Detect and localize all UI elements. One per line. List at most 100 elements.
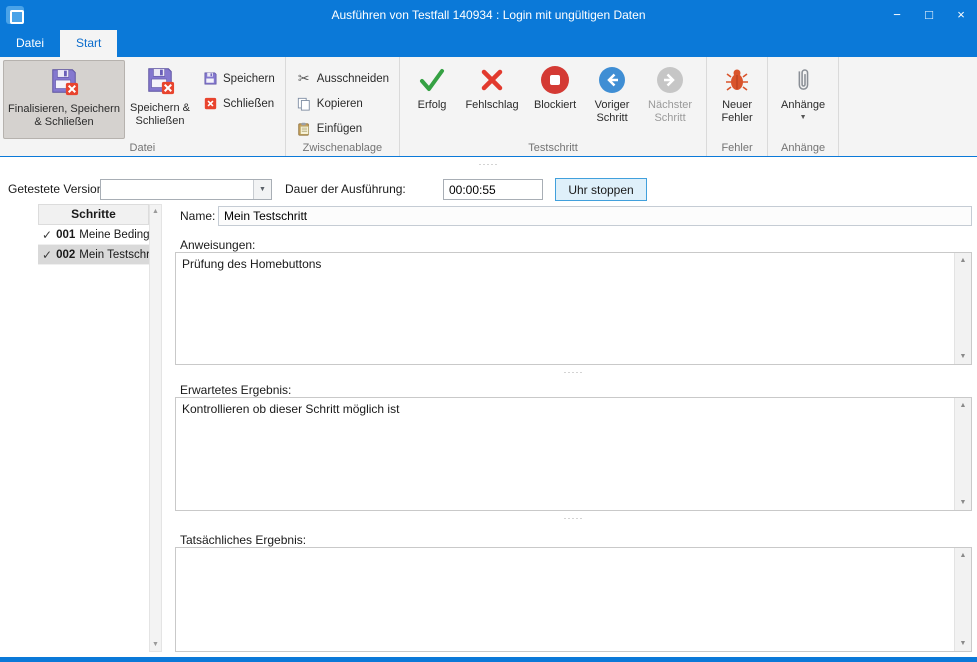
tab-datei[interactable]: Datei	[0, 30, 60, 57]
execution-toolbar: Getestete Version: ▼ Dauer der Ausführun…	[0, 176, 977, 204]
step-number: 002	[56, 249, 75, 261]
bug-icon	[724, 65, 750, 95]
scroll-up-icon[interactable]: ▲	[955, 253, 971, 268]
expected-result-scrollbar[interactable]: ▲ ▼	[954, 398, 971, 510]
cut-button[interactable]: ✂ Ausschneiden	[289, 66, 396, 91]
fail-x-icon	[479, 65, 505, 95]
actual-result-textarea[interactable]: ▲ ▼	[175, 547, 972, 652]
save-and-close-button[interactable]: Speichern & Schließen	[125, 60, 195, 139]
previous-step-button[interactable]: Voriger Schritt	[587, 60, 637, 139]
save-close-icon	[145, 65, 175, 98]
actual-result-scrollbar[interactable]: ▲ ▼	[954, 548, 971, 651]
paste-icon	[296, 121, 312, 137]
scroll-down-icon[interactable]: ▼	[150, 638, 161, 651]
previous-step-label: Voriger Schritt	[587, 99, 637, 125]
close-item-button[interactable]: Schließen	[195, 91, 282, 116]
maximize-button[interactable]: □	[913, 0, 945, 30]
close-button[interactable]: ×	[945, 0, 977, 30]
expected-result-textarea[interactable]: Kontrollieren ob dieser Schritt möglich …	[175, 397, 972, 511]
name-input[interactable]	[218, 206, 972, 226]
success-check-icon	[418, 65, 446, 95]
paste-label: Einfügen	[317, 123, 362, 135]
instructions-scrollbar[interactable]: ▲ ▼	[954, 253, 971, 364]
next-step-button[interactable]: Nächster Schritt	[643, 60, 697, 139]
blocked-button[interactable]: Blockiert	[529, 60, 581, 139]
expected-result-label: Erwartetes Ergebnis:	[180, 383, 291, 397]
ribbon-tabs: Datei Start	[0, 30, 977, 57]
check-icon: ✓	[42, 228, 52, 242]
steps-panel: Schritte ✓ 001 Meine Bedingung ✓ 002 Mei…	[38, 204, 162, 652]
previous-step-icon	[598, 65, 626, 95]
combo-dropdown-icon[interactable]: ▼	[253, 180, 271, 199]
ribbon-group-anhaenge: Anhänge ▼ Anhänge	[768, 57, 839, 156]
next-step-label: Nächster Schritt	[643, 99, 697, 125]
duration-label: Dauer der Ausführung:	[285, 182, 406, 196]
ribbon-group-zwischenablage: ✂ Ausschneiden Kopieren	[286, 57, 400, 156]
step-detail-panel: Name: Anweisungen: Prüfung des Homebutto…	[175, 204, 972, 652]
copy-label: Kopieren	[317, 98, 363, 110]
group-label-fehler: Fehler	[707, 142, 767, 154]
ribbon: Finalisieren, Speichern & Schließen	[0, 57, 977, 157]
scroll-up-icon[interactable]: ▲	[955, 548, 971, 563]
scroll-down-icon[interactable]: ▼	[955, 636, 971, 651]
stop-clock-button[interactable]: Uhr stoppen	[555, 178, 647, 201]
steps-scrollbar[interactable]: ▲ ▼	[149, 204, 162, 652]
tab-start[interactable]: Start	[60, 30, 117, 57]
new-error-label: Neuer Fehler	[714, 99, 760, 125]
copy-icon	[296, 96, 312, 112]
step-label: Meine Bedingung	[79, 229, 149, 241]
close-item-label: Schließen	[223, 98, 274, 110]
save-close-icon	[49, 66, 79, 99]
group-label-anhaenge: Anhänge	[768, 142, 838, 154]
finalize-save-close-button[interactable]: Finalisieren, Speichern & Schließen	[3, 60, 125, 139]
tested-version-value	[101, 180, 253, 199]
cut-label: Ausschneiden	[317, 73, 389, 85]
actual-result-text	[176, 548, 954, 651]
next-step-icon	[656, 65, 684, 95]
ribbon-group-datei: Finalisieren, Speichern & Schließen	[0, 57, 286, 156]
titlebar: Ausführen von Testfall 140934 : Login mi…	[0, 0, 977, 30]
window-title: Ausführen von Testfall 140934 : Login mi…	[0, 0, 977, 30]
save-button[interactable]: Speichern	[195, 66, 282, 91]
scissors-icon: ✂	[296, 71, 312, 87]
group-label-datei: Datei	[0, 142, 285, 154]
expected-result-text: Kontrollieren ob dieser Schritt möglich …	[176, 398, 954, 510]
fail-label: Fehlschlag	[465, 99, 518, 112]
ribbon-group-fehler: Neuer Fehler Fehler	[707, 57, 768, 156]
splitter-handle[interactable]: ·····	[175, 368, 972, 377]
attachments-label: Anhänge	[781, 99, 825, 112]
success-label: Erfolg	[418, 99, 447, 112]
group-label-zwischenablage: Zwischenablage	[286, 142, 399, 154]
blocked-icon	[541, 65, 569, 95]
finalize-save-close-label: Finalisieren, Speichern & Schließen	[4, 103, 124, 129]
copy-button[interactable]: Kopieren	[289, 91, 396, 116]
tested-version-combobox[interactable]: ▼	[100, 179, 272, 200]
step-item-001[interactable]: ✓ 001 Meine Bedingung	[38, 225, 149, 245]
ribbon-group-testschritt: Erfolg Fehlschlag Blockiert	[400, 57, 707, 156]
splitter-handle[interactable]: ·····	[175, 514, 972, 523]
window-bottom-border	[0, 657, 977, 662]
tested-version-label: Getestete Version:	[8, 182, 107, 196]
save-label: Speichern	[223, 73, 275, 85]
attachments-button[interactable]: Anhänge ▼	[775, 60, 831, 139]
instructions-text: Prüfung des Homebuttons	[176, 253, 954, 364]
save-icon	[202, 71, 218, 87]
success-button[interactable]: Erfolg	[409, 60, 455, 139]
ribbon-collapse-handle[interactable]: ·····	[0, 158, 977, 171]
chevron-down-icon: ▼	[800, 114, 807, 121]
new-error-button[interactable]: Neuer Fehler	[714, 60, 760, 139]
step-item-002[interactable]: ✓ 002 Mein Testschritt	[38, 245, 149, 265]
paste-button[interactable]: Einfügen	[289, 116, 396, 141]
fail-button[interactable]: Fehlschlag	[461, 60, 523, 139]
scroll-up-icon[interactable]: ▲	[150, 205, 161, 218]
instructions-textarea[interactable]: Prüfung des Homebuttons ▲ ▼	[175, 252, 972, 365]
paperclip-icon	[793, 65, 813, 95]
scroll-down-icon[interactable]: ▼	[955, 495, 971, 510]
scroll-down-icon[interactable]: ▼	[955, 349, 971, 364]
group-label-testschritt: Testschritt	[400, 142, 706, 154]
scroll-up-icon[interactable]: ▲	[955, 398, 971, 413]
step-label: Mein Testschritt	[79, 249, 149, 261]
name-label: Name:	[180, 209, 215, 223]
duration-input[interactable]	[443, 179, 543, 200]
minimize-button[interactable]: −	[881, 0, 913, 30]
